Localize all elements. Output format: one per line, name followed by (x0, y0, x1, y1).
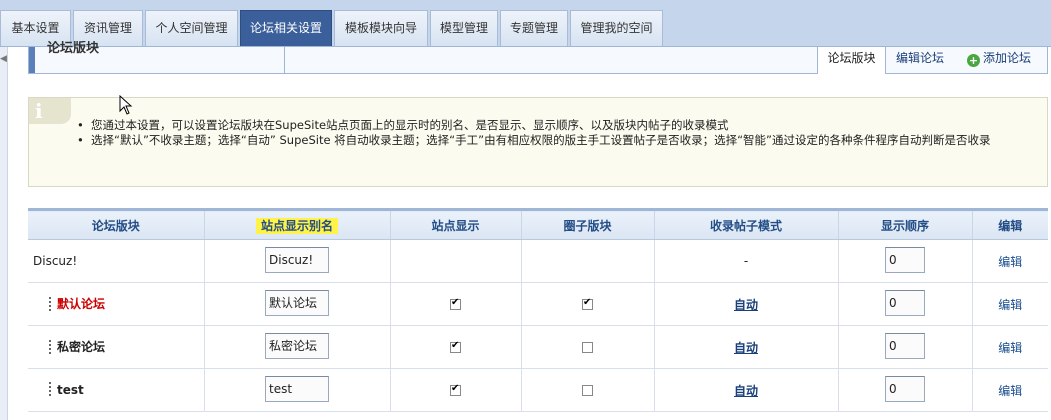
section-title: 论坛版块 (47, 41, 100, 56)
alias-input[interactable]: test (265, 375, 329, 402)
tab-my-space[interactable]: 管理我的空间 (570, 10, 663, 46)
header-edit: 编辑 (971, 208, 1048, 240)
alias-cell: Discuz! (203, 239, 390, 283)
section-header: 论坛版块 论坛版块 编辑论坛 + 添加论坛 (28, 41, 1048, 74)
edit-link[interactable]: 编辑 (998, 341, 1022, 355)
circle-checkbox[interactable] (582, 385, 593, 396)
show-checkbox[interactable] (450, 340, 461, 353)
order-cell: 0 (837, 239, 972, 283)
tab-model-management[interactable]: 模型管理 (430, 10, 498, 46)
subtab-edit-forum[interactable]: 编辑论坛 (889, 47, 951, 73)
show-checkbox[interactable] (450, 297, 461, 310)
table-row: 默认论坛 默认论坛 自动 0 编辑 (28, 282, 1048, 326)
mode-link[interactable]: 自动 (734, 341, 758, 355)
table-header-row: 论坛版块 站点显示别名 站点显示 圈子版块 收录帖子模式 显示顺序 编辑 (28, 208, 1048, 240)
mode-link[interactable]: 自动 (734, 298, 758, 312)
header-forum-section: 论坛版块 (28, 208, 204, 240)
edit-link[interactable]: 编辑 (998, 298, 1022, 312)
circle-cell (520, 282, 654, 326)
edit-cell: 编辑 (971, 282, 1048, 326)
info-bubble-icon: i (29, 98, 71, 124)
circle-cell (520, 239, 654, 283)
order-input[interactable]: 0 (885, 246, 925, 273)
alias-input[interactable]: 私密论坛 (265, 332, 329, 359)
header-alias: 站点显示别名 (203, 208, 390, 240)
mouse-cursor-icon (119, 95, 133, 115)
plus-circle-icon: + (966, 54, 980, 67)
tab-forum-settings[interactable]: 论坛相关设置 (240, 10, 332, 46)
edit-cell: 编辑 (971, 239, 1048, 283)
tab-topic-management[interactable]: 专题管理 (500, 10, 568, 46)
order-cell: 0 (837, 368, 972, 412)
alias-input[interactable]: 默认论坛 (265, 289, 329, 316)
subtab-add-forum-label: 添加论坛 (982, 51, 1031, 65)
order-input[interactable]: 0 (885, 332, 925, 359)
header-show: 站点显示 (389, 208, 521, 240)
left-collapse-strip[interactable]: ◀ (0, 47, 8, 420)
edit-link[interactable]: 编辑 (998, 255, 1022, 269)
info-line-2: 选择“默认”不收录主题；选择“自动” SupeSite 将自动收录主题；选择“手… (77, 133, 1037, 148)
tab-personal-space[interactable]: 个人空间管理 (145, 10, 238, 46)
collapse-arrow-icon[interactable]: ◀ (0, 53, 8, 65)
mode-cell: - (653, 239, 838, 283)
alias-cell: test (203, 368, 390, 412)
edit-cell: 编辑 (971, 325, 1048, 369)
forum-name-label: Discuz! (33, 254, 78, 268)
edit-cell: 编辑 (971, 368, 1048, 412)
alias-cell: 私密论坛 (203, 325, 390, 369)
show-cell (389, 325, 521, 369)
forum-name: 私密论坛 (28, 325, 204, 369)
show-cell (389, 282, 521, 326)
info-box: i 您通过本设置，可以设置论坛版块在SupeSite站点页面上的显示时的别名、是… (28, 97, 1048, 187)
table-row: Discuz! Discuz! - 0 编辑 (28, 239, 1048, 283)
circle-cell (520, 325, 654, 369)
order-cell: 0 (837, 325, 972, 369)
forum-name-label: 默认论坛 (57, 297, 106, 312)
header-mode: 收录帖子模式 (653, 208, 838, 240)
circle-checkbox[interactable] (582, 342, 593, 353)
circle-cell (520, 368, 654, 412)
tab-template-wizard[interactable]: 模板模块向导 (334, 10, 428, 46)
tree-connector (49, 296, 51, 313)
header-alias-highlight: 站点显示别名 (255, 217, 338, 234)
table-row: test test 自动 0 编辑 (28, 368, 1048, 412)
alias-cell: 默认论坛 (203, 282, 390, 326)
show-cell (389, 239, 521, 283)
forum-table: 论坛版块 站点显示别名 站点显示 圈子版块 收录帖子模式 显示顺序 编辑 Dis… (28, 208, 1048, 412)
top-tab-bar: 基本设置 资讯管理 个人空间管理 论坛相关设置 模板模块向导 模型管理 专题管理… (0, 0, 1051, 47)
forum-name-label: 私密论坛 (57, 340, 106, 355)
subtab-forum-sections[interactable]: 论坛版块 (817, 47, 886, 74)
circle-checkbox[interactable] (582, 297, 593, 310)
edit-link[interactable]: 编辑 (998, 384, 1022, 398)
section-accent-bar (29, 47, 35, 73)
order-cell: 0 (837, 282, 972, 326)
info-line-1: 您通过本设置，可以设置论坛版块在SupeSite站点页面上的显示时的别名、是否显… (77, 118, 1037, 133)
order-input[interactable]: 0 (885, 375, 925, 402)
forum-name-label: test (57, 382, 84, 397)
tree-connector (49, 339, 51, 356)
tree-connector (49, 382, 51, 398)
order-input[interactable]: 0 (885, 289, 925, 316)
show-cell (389, 368, 521, 412)
mode-cell: 自动 (653, 368, 838, 412)
show-checkbox[interactable] (450, 383, 461, 396)
header-circle: 圈子版块 (520, 208, 654, 240)
mode-cell: 自动 (653, 282, 838, 326)
section-divider (284, 47, 285, 73)
mode-value: - (743, 254, 749, 268)
table-row: 私密论坛 私密论坛 自动 0 编辑 (28, 325, 1048, 369)
forum-name: test (28, 368, 204, 412)
forum-name: Discuz! (28, 239, 204, 283)
alias-input[interactable]: Discuz! (265, 246, 329, 273)
header-order: 显示顺序 (837, 208, 972, 240)
mode-link[interactable]: 自动 (734, 384, 758, 398)
subtab-add-forum[interactable]: + 添加论坛 (959, 47, 1039, 73)
forum-name: 默认论坛 (28, 282, 204, 326)
info-list: 您通过本设置，可以设置论坛版块在SupeSite站点页面上的显示时的别名、是否显… (77, 118, 1037, 148)
mode-cell: 自动 (653, 325, 838, 369)
